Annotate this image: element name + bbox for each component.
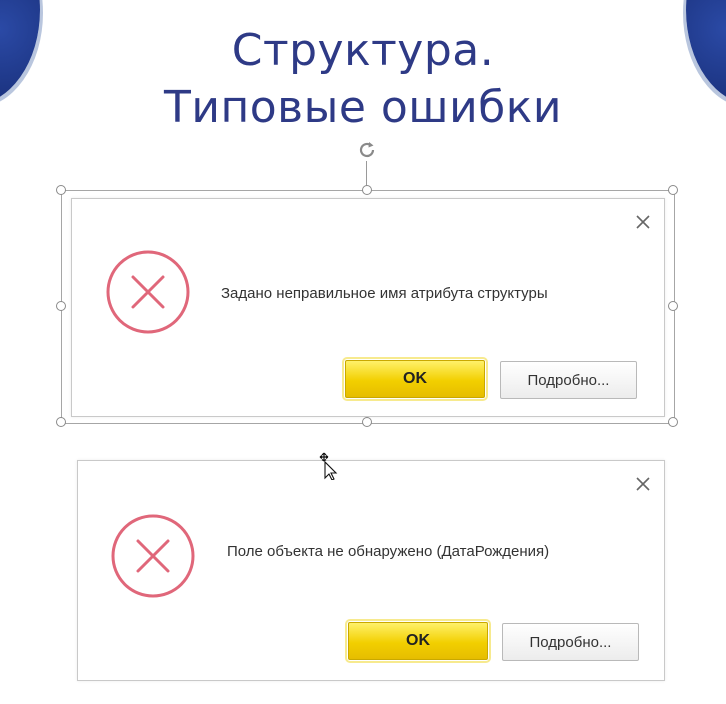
slide-title: Структура. Типовые ошибки: [0, 22, 726, 136]
details-button[interactable]: Подробно...: [500, 361, 637, 399]
error-dialog-2: Поле объекта не обнаружено (ДатаРождения…: [77, 460, 665, 681]
slide-title-line-1: Структура.: [231, 25, 495, 76]
resize-handle-bottom[interactable]: [362, 417, 372, 427]
error-message: Поле объекта не обнаружено (ДатаРождения…: [227, 543, 550, 560]
error-circle-x-icon: [111, 514, 195, 598]
resize-handle-top-right[interactable]: [668, 185, 678, 195]
rotate-handle-stem: [366, 161, 367, 187]
rotate-handle-icon[interactable]: [356, 139, 378, 161]
resize-handle-top[interactable]: [362, 185, 372, 195]
error-circle-x-icon: [106, 250, 190, 334]
resize-handle-top-left[interactable]: [56, 185, 66, 195]
resize-handle-bottom-right[interactable]: [668, 417, 678, 427]
resize-handle-right[interactable]: [668, 301, 678, 311]
error-dialog-1: Задано неправильное имя атрибута структу…: [71, 198, 665, 417]
error-message: Задано неправильное имя атрибута структу…: [221, 285, 548, 302]
close-icon[interactable]: [634, 475, 652, 493]
slide-title-line-2: Типовые ошибки: [164, 82, 562, 133]
resize-handle-bottom-left[interactable]: [56, 417, 66, 427]
close-icon[interactable]: [634, 213, 652, 231]
resize-handle-left[interactable]: [56, 301, 66, 311]
ok-button[interactable]: OK: [342, 357, 488, 401]
move-cursor-icon: [319, 452, 338, 480]
ok-button[interactable]: OK: [345, 619, 491, 663]
details-button[interactable]: Подробно...: [502, 623, 639, 661]
